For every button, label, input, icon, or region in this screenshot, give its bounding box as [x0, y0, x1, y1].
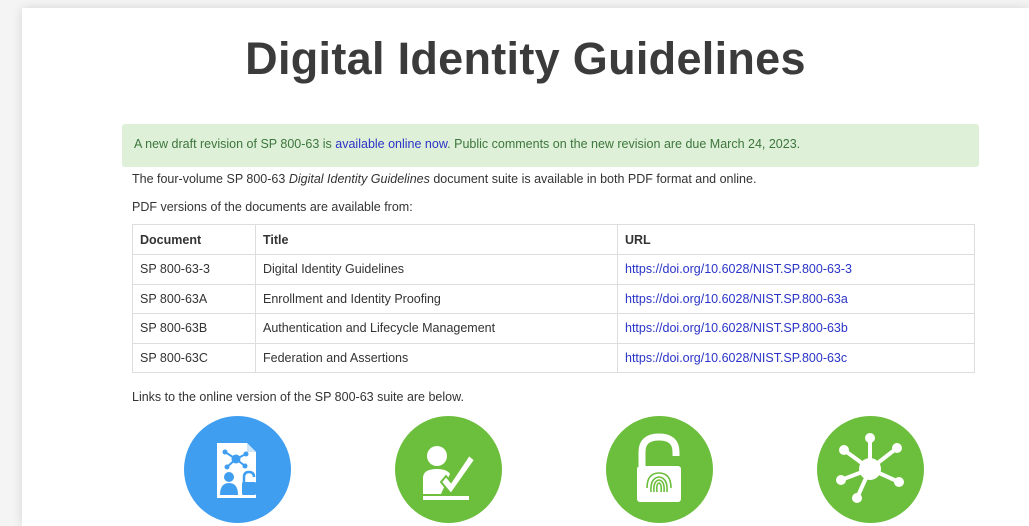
- table-row: SP 800-63B Authentication and Lifecycle …: [132, 313, 975, 344]
- cell-title: Federation and Assertions: [255, 342, 618, 373]
- intro-emphasis: Digital Identity Guidelines: [288, 172, 430, 186]
- draft-revision-alert: A new draft revision of SP 800-63 is ava…: [122, 124, 979, 167]
- pdf-note: PDF versions of the documents are availa…: [132, 200, 413, 214]
- online-note: Links to the online version of the SP 80…: [132, 390, 464, 404]
- table-row: SP 800-63-3 Digital Identity Guidelines …: [132, 254, 975, 285]
- table-row: SP 800-63C Federation and Assertions htt…: [132, 342, 975, 373]
- doi-link[interactable]: https://doi.org/10.6028/NIST.SP.800-63a: [625, 292, 848, 306]
- doi-link[interactable]: https://doi.org/10.6028/NIST.SP.800-63-3: [625, 262, 852, 276]
- cell-document: SP 800-63B: [132, 313, 256, 344]
- cell-document: SP 800-63-3: [132, 254, 256, 285]
- cell-title: Authentication and Lifecycle Management: [255, 313, 618, 344]
- intro-paragraph: The four-volume SP 800-63 Digital Identi…: [132, 172, 756, 186]
- available-online-link[interactable]: available online now: [335, 137, 447, 151]
- cell-document: SP 800-63A: [132, 283, 256, 314]
- federation-network-icon[interactable]: [817, 416, 924, 523]
- authentication-padlock-fingerprint-icon[interactable]: [606, 416, 713, 523]
- cell-title: Enrollment and Identity Proofing: [255, 283, 618, 314]
- doi-link[interactable]: https://doi.org/10.6028/NIST.SP.800-63c: [625, 351, 847, 365]
- cell-url: https://doi.org/10.6028/NIST.SP.800-63c: [617, 342, 975, 373]
- header-url: URL: [617, 224, 975, 255]
- page-title: Digital Identity Guidelines: [245, 33, 806, 84]
- intro-suffix: document suite is available in both PDF …: [429, 172, 757, 186]
- alert-text-prefix: A new draft revision of SP 800-63 is: [134, 137, 336, 151]
- cell-url: https://doi.org/10.6028/NIST.SP.800-63-3: [617, 254, 975, 285]
- doi-link[interactable]: https://doi.org/10.6028/NIST.SP.800-63b: [625, 321, 848, 335]
- cell-url: https://doi.org/10.6028/NIST.SP.800-63b: [617, 313, 975, 344]
- cell-title: Digital Identity Guidelines: [255, 254, 618, 285]
- cell-url: https://doi.org/10.6028/NIST.SP.800-63a: [617, 283, 975, 314]
- intro-prefix: The four-volume SP 800-63: [132, 172, 289, 186]
- enrollment-checkmark-icon[interactable]: [395, 416, 502, 523]
- header-document: Document: [132, 224, 256, 255]
- page-container: Digital Identity Guidelines A new draft …: [22, 8, 1029, 526]
- documents-table: Document Title URL SP 800-63-3 Digital I…: [132, 224, 975, 373]
- cell-document: SP 800-63C: [132, 342, 256, 373]
- header-title: Title: [255, 224, 618, 255]
- alert-text-suffix: . Public comments on the new revision ar…: [447, 137, 801, 151]
- table-row: SP 800-63A Enrollment and Identity Proof…: [132, 283, 975, 314]
- table-header-row: Document Title URL: [132, 224, 975, 255]
- digital-identity-icon[interactable]: [184, 416, 291, 523]
